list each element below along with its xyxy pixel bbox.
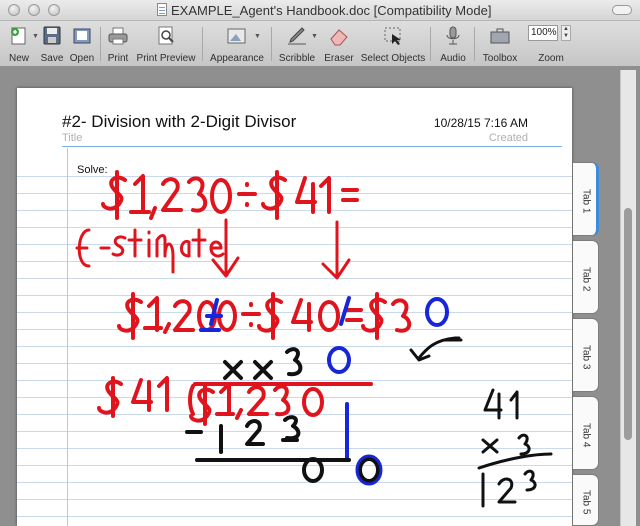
- print-button[interactable]: Print: [104, 25, 132, 65]
- handwriting-estimate: [117, 292, 412, 340]
- tab-4[interactable]: Tab 4: [573, 396, 599, 470]
- document-icon: [157, 3, 167, 16]
- handwriting-arrow: [409, 336, 463, 362]
- scribble-button[interactable]: ▼ Scribble: [275, 25, 319, 65]
- pen-icon: [288, 27, 306, 45]
- appearance-button[interactable]: ▼ Appearance: [206, 25, 268, 65]
- handwriting-problem: [101, 170, 359, 220]
- microphone-icon: [446, 26, 460, 45]
- window-title: EXAMPLE_Agent's Handbook.doc [Compatibil…: [171, 3, 492, 18]
- close-window-button[interactable]: [8, 4, 20, 16]
- open-button[interactable]: Open: [67, 25, 97, 65]
- toolbar-separator: [202, 27, 203, 61]
- handwriting-canvas[interactable]: [17, 88, 572, 526]
- zoom-field[interactable]: 100%: [528, 25, 558, 41]
- notebook-page[interactable]: #2- Division with 2-Digit Divisor Title …: [17, 88, 572, 526]
- print-preview-icon: [158, 26, 174, 45]
- tab-1[interactable]: Tab 1: [573, 162, 599, 236]
- eraser-button[interactable]: Eraser: [320, 25, 358, 65]
- open-icon: [73, 28, 91, 44]
- save-icon: [43, 26, 61, 45]
- handwriting-subtract: [185, 415, 351, 462]
- appearance-icon: [227, 28, 246, 44]
- scrollbar-thumb[interactable]: [624, 208, 632, 440]
- tab-3[interactable]: Tab 3: [573, 318, 599, 392]
- select-objects-icon: [384, 27, 401, 45]
- handwriting-side-calc: [477, 388, 553, 508]
- tab-5[interactable]: Tab 5: [573, 474, 599, 526]
- toolbar-separator: [474, 27, 475, 61]
- save-button[interactable]: Save: [37, 25, 67, 65]
- audio-button[interactable]: Audio: [435, 25, 471, 65]
- handwriting-quotient: [223, 347, 303, 380]
- main-toolbar: ▼ New Save Open Print Print Preview ▼ Ap…: [0, 21, 640, 67]
- tab-2[interactable]: Tab 2: [573, 240, 599, 314]
- zoom-window-button[interactable]: [48, 4, 60, 16]
- eraser-icon: [330, 29, 348, 46]
- toolbox-icon: [490, 28, 510, 44]
- handwriting-remainder: [302, 457, 380, 483]
- toolbox-button[interactable]: Toolbox: [478, 25, 522, 65]
- handwriting-long-division: [97, 376, 373, 426]
- printer-icon: [108, 27, 128, 45]
- print-preview-button[interactable]: Print Preview: [133, 25, 199, 65]
- window-title-bar: EXAMPLE_Agent's Handbook.doc [Compatibil…: [0, 0, 640, 21]
- zoom-stepper[interactable]: ▲ ▼: [561, 25, 571, 41]
- arrow-icon: [211, 218, 351, 280]
- toolbar-separator: [100, 27, 101, 61]
- handwriting-quotient-zero: [327, 346, 351, 374]
- minimize-window-button[interactable]: [28, 4, 40, 16]
- toolbar-toggle-button[interactable]: [612, 5, 632, 15]
- toolbar-separator: [271, 27, 272, 61]
- select-objects-button[interactable]: Select Objects: [359, 25, 427, 65]
- toolbar-separator: [430, 27, 431, 61]
- handwriting-estimate-label: [75, 228, 225, 274]
- new-document-icon: [11, 27, 26, 45]
- new-button[interactable]: ▼ New: [2, 25, 39, 65]
